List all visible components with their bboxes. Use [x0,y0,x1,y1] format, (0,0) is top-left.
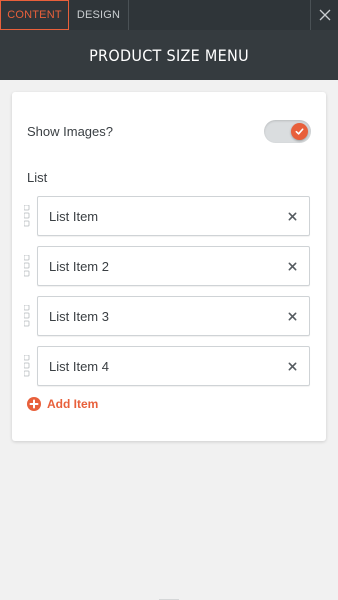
remove-item-button[interactable] [285,359,299,373]
list-item-field[interactable]: List Item 2 [37,246,310,286]
remove-item-button[interactable] [285,209,299,223]
tab-bar: CONTENT DESIGN [0,0,338,30]
close-icon [288,362,296,370]
tab-bar-spacer [129,0,310,30]
list-item: List Item [23,196,314,236]
list-label: List [27,170,48,185]
panel-header: PRODUCT SIZE MENU [0,30,338,80]
close-icon [288,312,296,320]
drag-handle[interactable] [23,254,34,277]
list-item-label: List Item [49,208,99,224]
drag-handle-icon [23,254,30,277]
settings-card: Show Images? List List Item List Item 2 … [12,92,326,441]
list-item-field[interactable]: List Item 3 [37,296,310,336]
tab-content-label: CONTENT [7,9,62,21]
close-icon [288,212,296,220]
toggle-knob [291,122,308,140]
list-item-label: List Item 4 [49,358,109,374]
drag-handle-icon [23,354,30,377]
resize-handle[interactable] [159,592,179,600]
tab-content[interactable]: CONTENT [0,0,69,30]
close-icon [319,9,330,21]
tab-design[interactable]: DESIGN [69,0,129,30]
remove-item-button[interactable] [285,259,299,273]
show-images-row: Show Images? [27,116,311,146]
tab-design-label: DESIGN [76,9,121,21]
list-item-label: List Item 3 [49,308,109,324]
list-item-field[interactable]: List Item [37,196,310,236]
list-item: List Item 2 [23,246,314,286]
show-images-label: Show Images? [27,123,113,139]
page-title: PRODUCT SIZE MENU [89,45,249,65]
list: List Item List Item 2 List Item 3 List I… [23,196,314,396]
close-icon [288,262,296,270]
add-item-label: Add Item [47,397,99,411]
drag-handle-icon [23,304,30,327]
drag-handle[interactable] [23,304,34,327]
show-images-toggle[interactable] [264,119,311,143]
remove-item-button[interactable] [285,309,299,323]
list-item: List Item 3 [23,296,314,336]
drag-handle-icon [23,204,30,227]
list-item: List Item 4 [23,346,314,386]
add-item-button[interactable]: Add Item [27,397,98,411]
check-icon [295,127,304,135]
close-button[interactable] [310,0,338,30]
list-item-field[interactable]: List Item 4 [37,346,310,386]
drag-handle[interactable] [23,354,34,377]
list-item-label: List Item 2 [49,258,109,274]
plus-circle-icon [27,397,41,411]
drag-handle[interactable] [23,204,34,227]
